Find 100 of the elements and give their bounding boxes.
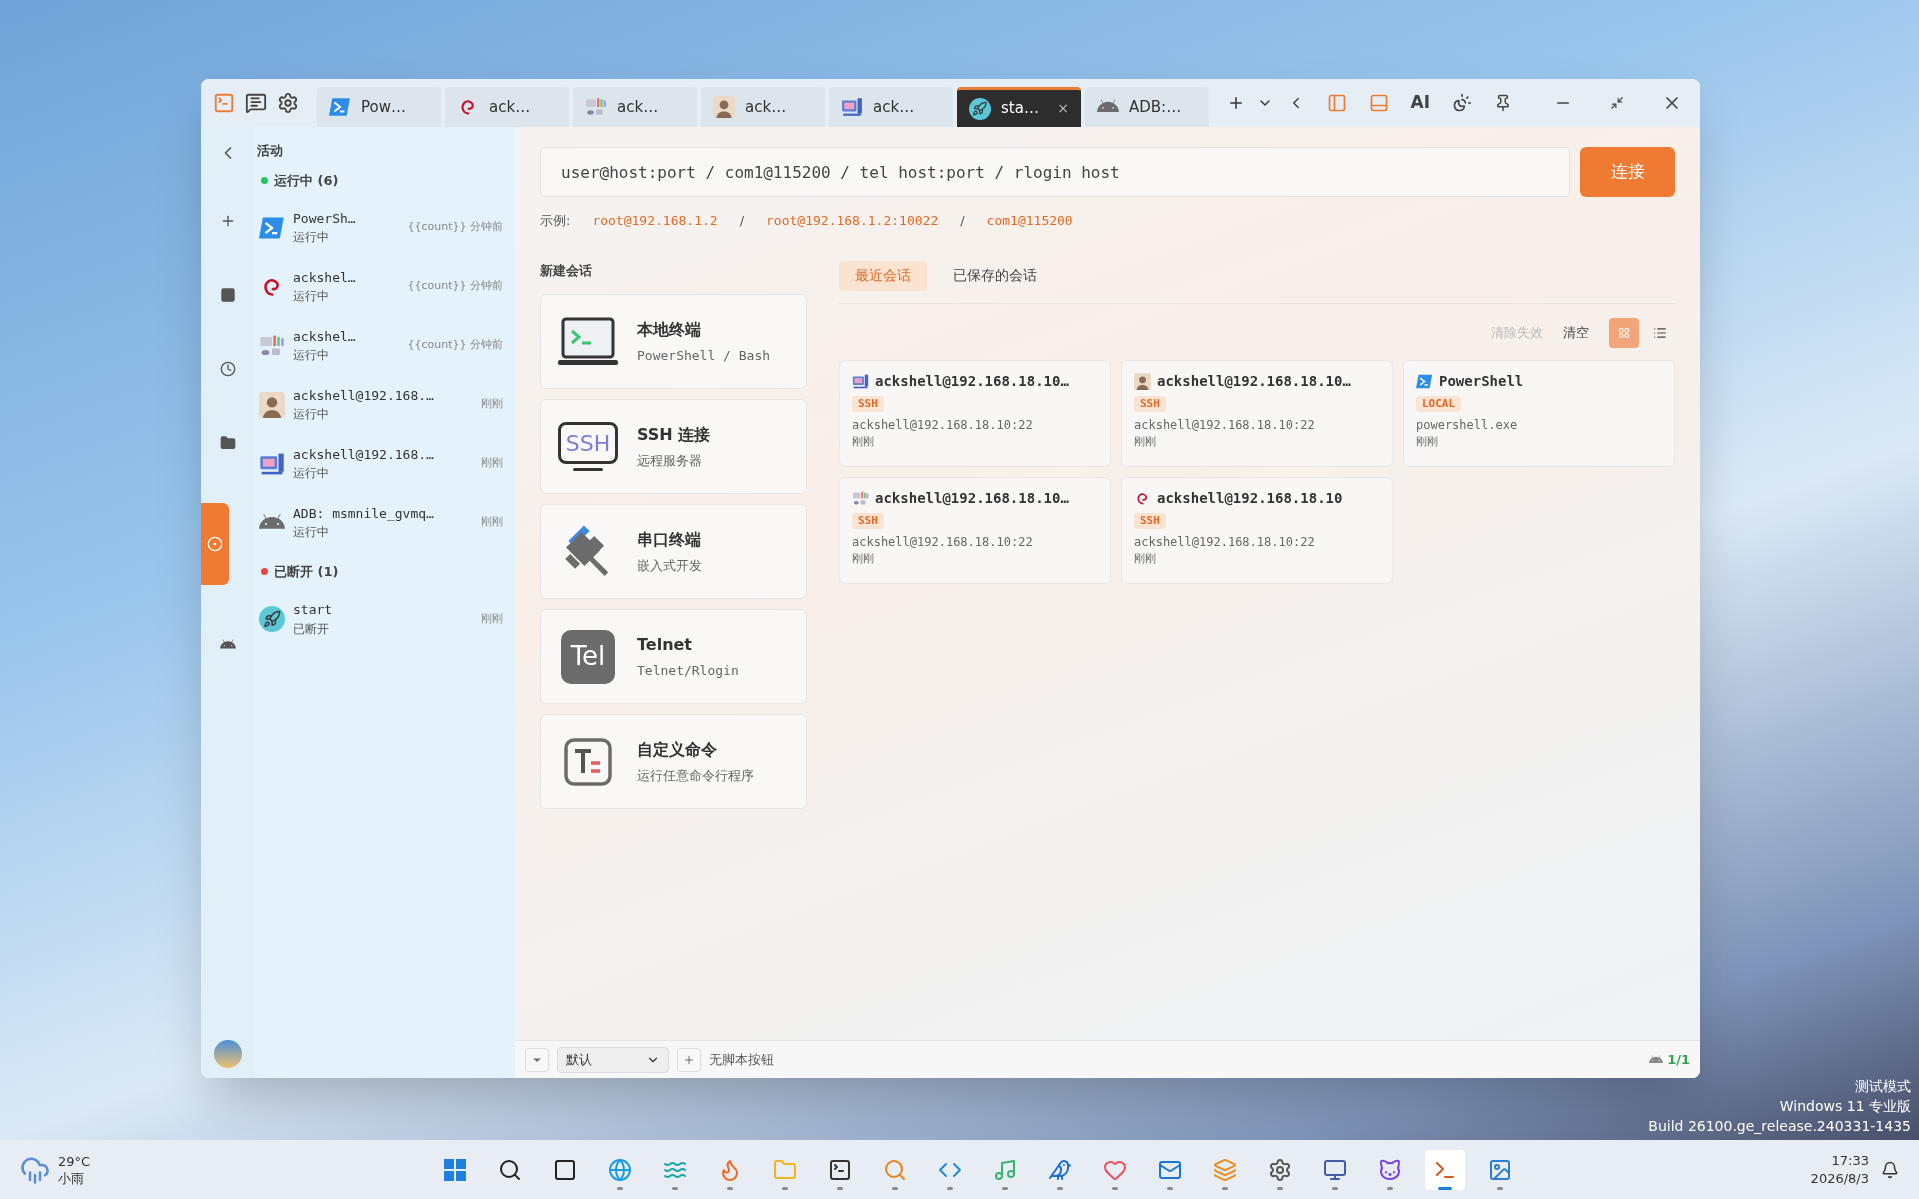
session-row[interactable]: ackshel… 运行中 {{count}} 分钟前 [257, 316, 503, 375]
panel-bottom-icon[interactable] [1368, 93, 1389, 113]
new-session-card[interactable]: 自定义命令 运行任意命令行程序 [540, 714, 807, 809]
profile-select[interactable]: 默认 [557, 1046, 669, 1073]
plus-icon [683, 1053, 695, 1066]
card-time: 刚刚 [1416, 434, 1439, 450]
telnet-app-icon: Tel [561, 629, 615, 684]
connect-input[interactable]: user@host:port / com1@115200 / tel host:port / rlogin host [540, 147, 1570, 197]
session-card[interactable]: ackshell@192.168.18.10 SSH ackshell@192.168.18.10:22 刚刚 [1121, 476, 1393, 584]
card-time: 刚刚 [1134, 551, 1157, 567]
new-session-card[interactable]: Tel Telnet Telnet/Rlogin [540, 609, 807, 704]
session-row[interactable]: PowerSh… 运行中 {{count}} 分钟前 [257, 198, 503, 257]
add-button[interactable] [677, 1047, 701, 1072]
session-name: start [293, 601, 334, 620]
card-address: powershell.exe [1416, 417, 1519, 434]
session-row[interactable]: start 已断开 刚刚 [257, 589, 503, 649]
weather-icon[interactable] [20, 1154, 50, 1185]
computers-icon [585, 96, 607, 118]
section-title: 新建会话 [540, 261, 593, 280]
session-name: ackshel… [293, 268, 357, 287]
running-indicator [617, 1186, 623, 1190]
running-indicator [727, 1186, 733, 1190]
monitor-icon [841, 96, 863, 118]
session-card[interactable]: ackshell@192.168.18.10… SSH ackshell@192.168.18.10:22 刚刚 [839, 359, 1111, 467]
session-row[interactable]: ADB: msmnile_gvmq… 运行中 刚刚 [257, 493, 503, 552]
cat-icon [1378, 1157, 1402, 1182]
panel-left-icon[interactable] [1326, 93, 1347, 113]
rocket-icon [969, 97, 991, 120]
avatar-silhouette-icon [259, 391, 285, 418]
running-indicator [1497, 1186, 1503, 1190]
notification-icon[interactable] [1881, 1160, 1899, 1179]
protocol-tag: SSH [852, 395, 884, 412]
new-tab-icon[interactable] [1227, 94, 1245, 112]
session-tab[interactable]: Pow… [317, 87, 441, 127]
running-indicator [892, 1186, 898, 1190]
session-card[interactable]: ackshell@192.168.18.10… SSH ackshell@192.168.18.10:22 刚刚 [839, 476, 1111, 584]
card-address: ackshell@192.168.18.10:22 [1134, 417, 1316, 434]
session-status: 运行中 [293, 524, 330, 542]
session-status: 已断开 [293, 620, 330, 638]
session-list-tab[interactable]: 已保存的会话 [937, 260, 1053, 291]
bird-icon [1048, 1157, 1072, 1182]
settings-icon[interactable] [277, 92, 299, 114]
card-title: SSH 连接 [637, 423, 711, 446]
session-card[interactable]: PowerShell LOCAL powershell.exe 刚刚 [1403, 359, 1675, 467]
clock-date: 2026/8/3 [1810, 1169, 1869, 1188]
running-indicator [672, 1186, 678, 1190]
session-row[interactable]: ackshell@192.168.… 运行中 刚刚 [257, 434, 503, 493]
running-indicator [947, 1186, 953, 1190]
terminal-icon[interactable] [213, 92, 235, 114]
ai-button[interactable]: AI [1410, 90, 1430, 116]
running-indicator [1167, 1186, 1173, 1190]
session-tab[interactable]: ack… [445, 87, 569, 127]
new-session-card[interactable]: 本地终端 PowerShell / Bash [540, 294, 807, 389]
session-tab[interactable]: sta… × [957, 87, 1081, 127]
session-tab[interactable]: ack… [829, 87, 953, 127]
card-subtitle: PowerShell / Bash [637, 346, 771, 365]
session-card[interactable]: ackshell@192.168.18.10… SSH ackshell@192.168.18.10:22 刚刚 [1121, 359, 1393, 467]
session-time: 刚刚 [481, 455, 503, 472]
card-title: ackshell@192.168.18.10 [1157, 488, 1343, 508]
new-session-card[interactable]: SSH SSH 连接 远程服务器 [540, 399, 807, 494]
avatar-silhouette-icon [1134, 372, 1151, 390]
close-tab-button[interactable]: × [1057, 98, 1069, 119]
grid-icon [1618, 326, 1630, 339]
avatar-silhouette-icon [713, 96, 735, 118]
session-time: 刚刚 [481, 396, 503, 413]
card-subtitle: 远程服务器 [637, 451, 703, 470]
session-tab[interactable]: ack… [573, 87, 697, 127]
running-indicator [837, 1186, 843, 1190]
card-title: ackshell@192.168.18.10… [875, 488, 1069, 508]
session-row[interactable]: ackshel… 运行中 {{count}} 分钟前 [257, 257, 503, 316]
layers-icon [1213, 1157, 1237, 1182]
record-icon [207, 536, 223, 552]
panel-title: 活动 [257, 142, 284, 160]
clock-time: 17:33 [1831, 1151, 1869, 1170]
protocol-tag: SSH [1134, 512, 1166, 529]
page-count: 1/1 [1667, 1050, 1690, 1069]
session-name: ackshell@192.168.… [293, 386, 435, 405]
card-time: 刚刚 [1134, 434, 1157, 450]
toolbar-button[interactable]: 清空 [1563, 322, 1589, 343]
pin-icon[interactable] [1494, 94, 1512, 112]
clock-icon [220, 361, 236, 377]
restore-icon[interactable] [1610, 96, 1624, 110]
theme-icon[interactable] [1452, 93, 1472, 113]
dropdown-button[interactable] [525, 1047, 549, 1072]
user-avatar[interactable] [214, 1040, 242, 1068]
square-icon [220, 287, 236, 303]
card-time: 刚刚 [852, 434, 875, 450]
protocol-tag: SSH [852, 512, 884, 529]
list-icon [1653, 325, 1667, 340]
card-subtitle: 运行任意命令行程序 [637, 766, 754, 785]
session-time: 刚刚 [481, 610, 503, 627]
new-session-card[interactable]: 串口终端 嵌入式开发 [540, 504, 807, 599]
running-indicator [1438, 1186, 1452, 1190]
monitor-icon [852, 372, 869, 390]
session-row[interactable]: ackshell@192.168.… 运行中 刚刚 [257, 375, 503, 434]
session-tab[interactable]: ack… [701, 87, 825, 127]
settings-icon [1268, 1157, 1292, 1182]
session-tab[interactable]: ADB:… [1085, 87, 1209, 127]
weather-temp: 29°C [58, 1152, 91, 1170]
chat-icon[interactable] [245, 92, 267, 114]
